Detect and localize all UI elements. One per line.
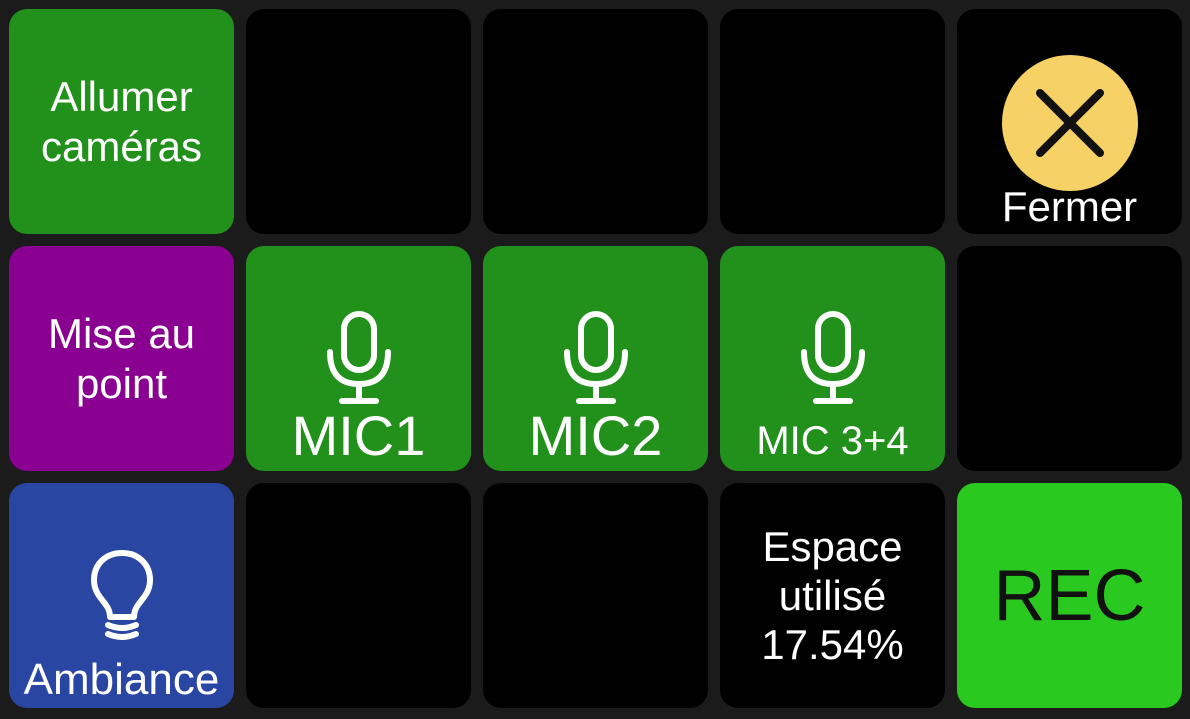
- empty-key-1-4[interactable]: [720, 9, 945, 234]
- empty-key-3-3[interactable]: [483, 483, 708, 708]
- mise-au-point-button[interactable]: Mise au point: [9, 246, 234, 471]
- microphone-icon: [326, 311, 391, 404]
- allumer-cameras-button[interactable]: Allumer caméras: [9, 9, 234, 234]
- empty-key-1-2[interactable]: [246, 9, 471, 234]
- empty-key-2-5[interactable]: [957, 246, 1182, 471]
- ambiance-button[interactable]: Ambiance: [9, 483, 234, 708]
- mic1-icon-wrap: [246, 308, 471, 406]
- allumer-cameras-label: Allumer caméras: [40, 72, 203, 170]
- empty-key-3-2[interactable]: [246, 483, 471, 708]
- espace-utilise-button[interactable]: Espace utilisé 17.54%: [720, 483, 945, 708]
- ambiance-label: Ambiance: [23, 655, 220, 704]
- espace-utilise-label: Espace utilisé 17.54%: [761, 523, 904, 668]
- mic2-label: MIC2: [528, 404, 663, 467]
- microphone-icon: [563, 311, 628, 404]
- close-icon-wrap: [957, 55, 1182, 191]
- close-icon: [1001, 55, 1138, 191]
- fermer-label: Fermer: [1001, 183, 1138, 230]
- mic1-label: MIC1: [291, 404, 426, 467]
- mic34-icon-wrap: [720, 308, 945, 406]
- fermer-button[interactable]: Fermer: [957, 9, 1182, 234]
- lightbulb-icon: [90, 550, 153, 640]
- mic1-button[interactable]: MIC1: [246, 246, 471, 471]
- ambiance-icon-wrap: [9, 547, 234, 641]
- empty-key-1-3[interactable]: [483, 9, 708, 234]
- mic34-button[interactable]: MIC 3+4: [720, 246, 945, 471]
- mise-au-point-label: Mise au point: [47, 309, 196, 407]
- mic2-icon-wrap: [483, 308, 708, 406]
- stream-deck-grid: Allumer caméras Fermer Mise au point MIC…: [9, 9, 1182, 708]
- mic2-button[interactable]: MIC2: [483, 246, 708, 471]
- microphone-icon: [800, 311, 865, 404]
- rec-button[interactable]: REC: [957, 483, 1182, 708]
- mic34-label: MIC 3+4: [756, 419, 909, 463]
- rec-label: REC: [993, 555, 1146, 636]
